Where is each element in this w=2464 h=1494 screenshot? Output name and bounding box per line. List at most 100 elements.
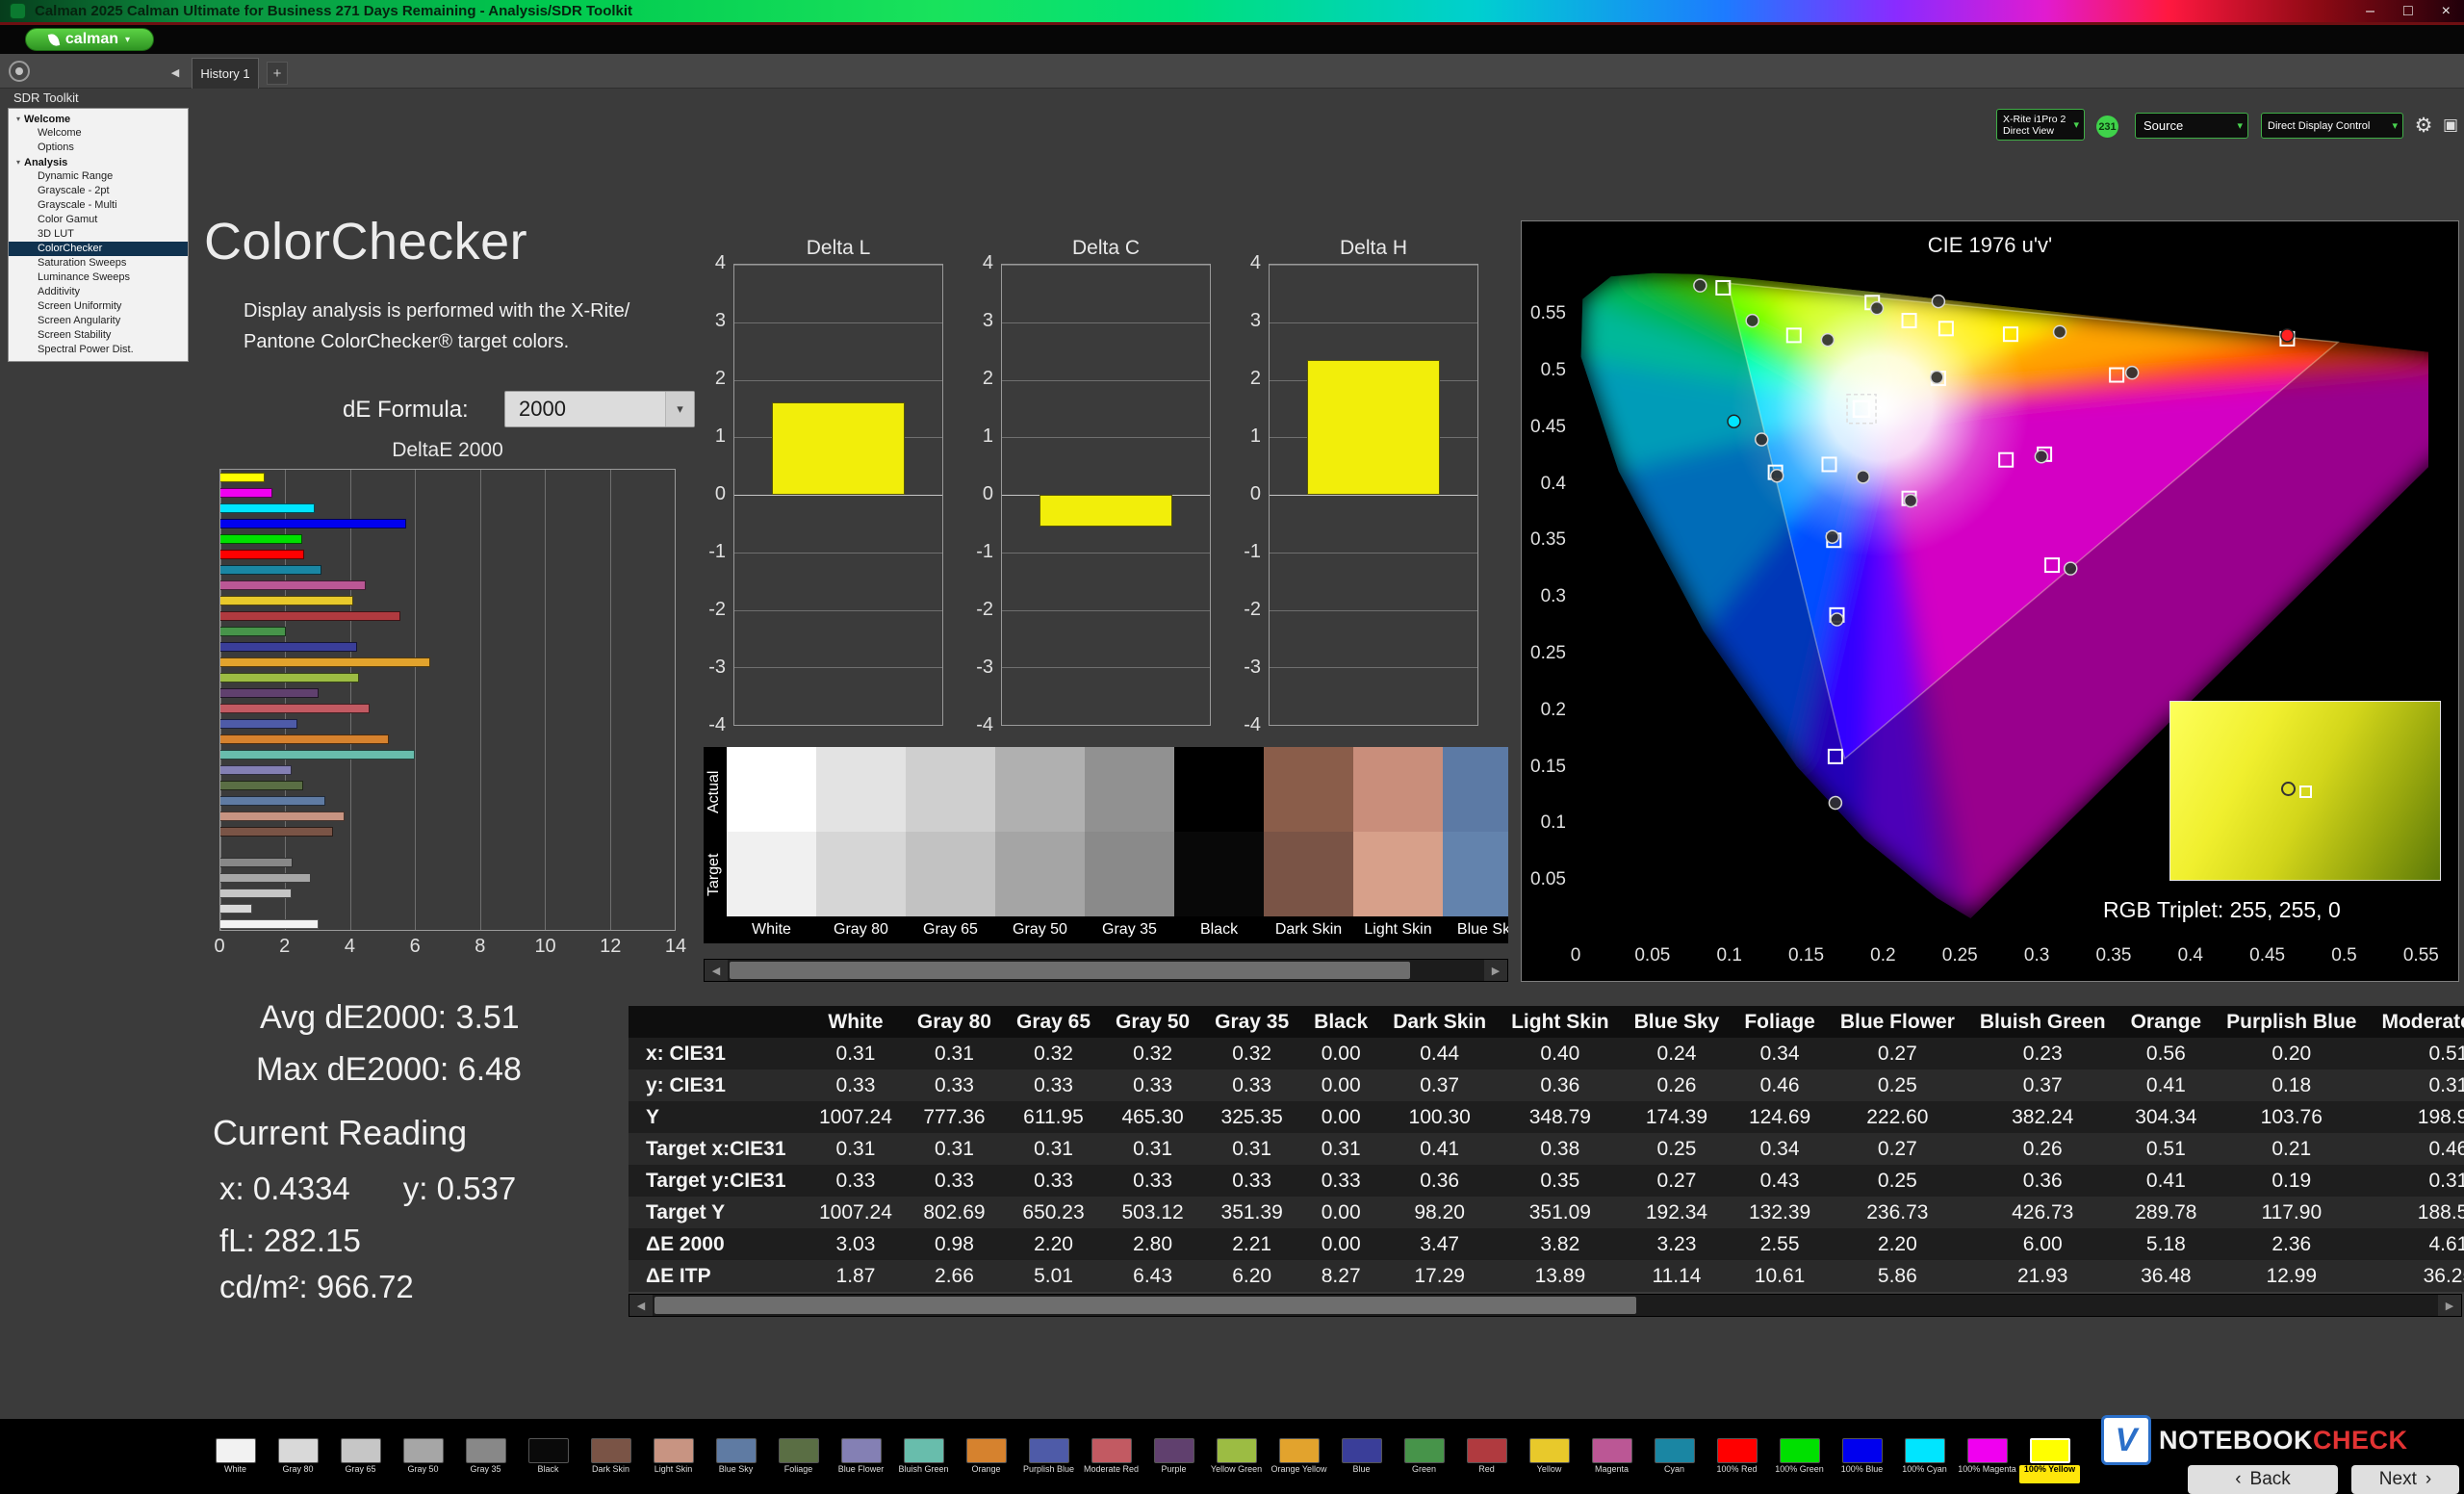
deltae-bar-red xyxy=(220,611,400,621)
patch-button-gray-80[interactable]: Gray 80 xyxy=(267,1438,329,1483)
close-button[interactable]: × xyxy=(2442,3,2451,20)
sidebar-item-dynamic-range[interactable]: Dynamic Range xyxy=(9,169,188,184)
patch-button-blue-flower[interactable]: Blue Flower xyxy=(830,1438,892,1483)
patch-button-purplish-blue[interactable]: Purplish Blue xyxy=(1017,1438,1080,1483)
sidebar-item-screen-angularity[interactable]: Screen Angularity xyxy=(9,314,188,328)
calman-menu-button[interactable]: calman ▾ xyxy=(25,28,154,51)
sidebar-item-additivity[interactable]: Additivity xyxy=(9,285,188,299)
sidebar-group-analysis[interactable]: ▾Analysis xyxy=(9,155,188,169)
sidebar-item-saturation-sweeps[interactable]: Saturation Sweeps xyxy=(9,256,188,270)
patch-button-dark-skin[interactable]: Dark Skin xyxy=(579,1438,642,1483)
display-control-dropdown[interactable]: Direct Display Control ▾ xyxy=(2261,113,2403,139)
monitor-icon[interactable]: ▣ xyxy=(2439,114,2462,137)
add-tab-button[interactable]: + xyxy=(267,62,288,85)
next-button[interactable]: Next › xyxy=(2351,1465,2459,1494)
sidebar-group-welcome[interactable]: ▾Welcome xyxy=(9,112,188,126)
table-cell: 0.26 xyxy=(1622,1069,1732,1101)
sidebar-item-luminance-sweeps[interactable]: Luminance Sweeps xyxy=(9,270,188,285)
panel-menu-icon[interactable] xyxy=(9,61,30,82)
patch-button-yellow[interactable]: Yellow xyxy=(1518,1438,1580,1483)
sidebar-item-welcome[interactable]: Welcome xyxy=(9,126,188,141)
patch-button-blue[interactable]: Blue xyxy=(1330,1438,1393,1483)
patch-button-bluish-green[interactable]: Bluish Green xyxy=(892,1438,955,1483)
patch-button-100-yellow[interactable]: 100% Yellow xyxy=(2018,1438,2081,1483)
scroll-left-icon[interactable]: ◀ xyxy=(629,1295,653,1316)
actual-swatch xyxy=(1353,747,1443,832)
patch-button-magenta[interactable]: Magenta xyxy=(1580,1438,1643,1483)
scroll-right-icon[interactable]: ▶ xyxy=(2438,1295,2461,1316)
patch-button-black[interactable]: Black xyxy=(517,1438,579,1483)
sidebar-item-3d-lut[interactable]: 3D LUT xyxy=(9,227,188,242)
table-cell: 0.36 xyxy=(1967,1165,2118,1197)
strip-swatch-gray-80[interactable]: Gray 80 xyxy=(816,747,906,943)
patch-button-gray-65[interactable]: Gray 65 xyxy=(329,1438,392,1483)
minimize-button[interactable]: – xyxy=(2366,3,2374,20)
sidebar-item-screen-uniformity[interactable]: Screen Uniformity xyxy=(9,299,188,314)
patch-button-orange-yellow[interactable]: Orange Yellow xyxy=(1268,1438,1330,1483)
title-bar[interactable]: Calman 2025 Calman Ultimate for Business… xyxy=(0,0,2464,22)
axis-tick-label: -4 xyxy=(976,714,993,736)
scroll-right-icon[interactable]: ▶ xyxy=(1484,960,1507,981)
maximize-button[interactable]: □ xyxy=(2403,3,2413,20)
de-formula-select[interactable]: 2000 ▾ xyxy=(504,391,695,427)
table-scroll-thumb[interactable] xyxy=(654,1297,1636,1314)
patch-button-yellow-green[interactable]: Yellow Green xyxy=(1205,1438,1268,1483)
table-row-label: ΔE 2000 xyxy=(629,1228,807,1260)
patch-swatch xyxy=(1404,1438,1445,1463)
patch-button-green[interactable]: Green xyxy=(1393,1438,1455,1483)
sidebar-item-colorchecker[interactable]: ColorChecker xyxy=(9,242,188,256)
patch-button-moderate-red[interactable]: Moderate Red xyxy=(1080,1438,1142,1483)
strip-swatch-dark-skin[interactable]: Dark Skin xyxy=(1264,747,1353,943)
meter-dropdown[interactable]: X-Rite i1Pro 2 Direct View ▾ xyxy=(1996,109,2085,141)
patch-button-light-skin[interactable]: Light Skin xyxy=(642,1438,705,1483)
deltae-bar-gray-65 xyxy=(220,889,292,898)
patch-swatch xyxy=(1905,1438,1945,1463)
patch-button-blue-sky[interactable]: Blue Sky xyxy=(705,1438,767,1483)
gridline xyxy=(675,470,676,930)
patch-button-100-green[interactable]: 100% Green xyxy=(1768,1438,1831,1483)
table-cell: 0.32 xyxy=(1004,1038,1103,1069)
sidebar-item-screen-stability[interactable]: Screen Stability xyxy=(9,328,188,343)
bar-row xyxy=(220,778,675,793)
strip-scrollbar[interactable]: ◀ ▶ xyxy=(704,959,1508,982)
patch-button-orange[interactable]: Orange xyxy=(955,1438,1017,1483)
patch-button-100-red[interactable]: 100% Red xyxy=(1706,1438,1768,1483)
gridline xyxy=(734,667,942,668)
patch-button-gray-35[interactable]: Gray 35 xyxy=(454,1438,517,1483)
strip-swatch-black[interactable]: Black xyxy=(1174,747,1264,943)
gridline xyxy=(1270,322,1477,323)
patch-button-purple[interactable]: Purple xyxy=(1142,1438,1205,1483)
patch-swatch xyxy=(1342,1438,1382,1463)
strip-swatch-gray-35[interactable]: Gray 35 xyxy=(1085,747,1174,943)
strip-swatch-light-skin[interactable]: Light Skin xyxy=(1353,747,1443,943)
back-button[interactable]: ‹ Back xyxy=(2188,1465,2338,1494)
table-scrollbar[interactable]: ◀ ▶ xyxy=(629,1294,2462,1317)
sidebar-item-grayscale-2pt[interactable]: Grayscale - 2pt xyxy=(9,184,188,198)
patch-button-100-magenta[interactable]: 100% Magenta xyxy=(1956,1438,2018,1483)
patch-button-foliage[interactable]: Foliage xyxy=(767,1438,830,1483)
patch-button-gray-50[interactable]: Gray 50 xyxy=(392,1438,454,1483)
sidebar-item-options[interactable]: Options xyxy=(9,141,188,155)
gear-icon[interactable]: ⚙ xyxy=(2410,112,2437,139)
actual-swatch xyxy=(1174,747,1264,832)
sidebar-item-color-gamut[interactable]: Color Gamut xyxy=(9,213,188,227)
patch-button-100-cyan[interactable]: 100% Cyan xyxy=(1893,1438,1956,1483)
deltae-bar-orange-yellow xyxy=(220,657,430,667)
strip-swatch-gray-65[interactable]: Gray 65 xyxy=(906,747,995,943)
patch-button-white[interactable]: White xyxy=(204,1438,267,1483)
tab-history-1[interactable]: History 1 xyxy=(192,58,259,89)
sidebar-item-spectral-power-dist[interactable]: Spectral Power Dist. xyxy=(9,343,188,357)
sidebar-item-grayscale-multi[interactable]: Grayscale - Multi xyxy=(9,198,188,213)
scroll-left-icon[interactable]: ◀ xyxy=(705,960,728,981)
strip-swatch-gray-50[interactable]: Gray 50 xyxy=(995,747,1085,943)
source-dropdown[interactable]: Source ▾ xyxy=(2135,113,2248,139)
strip-swatch-blue-sky[interactable]: Blue Sky xyxy=(1443,747,1508,943)
patch-button-100-blue[interactable]: 100% Blue xyxy=(1831,1438,1893,1483)
strip-swatch-white[interactable]: White xyxy=(727,747,816,943)
gridline xyxy=(1002,265,1210,266)
strip-scroll-thumb[interactable] xyxy=(730,962,1410,979)
patch-button-red[interactable]: Red xyxy=(1455,1438,1518,1483)
sidebar-collapse-button[interactable]: ◀ xyxy=(166,62,185,83)
deltae-bar-yellow-green xyxy=(220,673,359,683)
patch-button-cyan[interactable]: Cyan xyxy=(1643,1438,1706,1483)
